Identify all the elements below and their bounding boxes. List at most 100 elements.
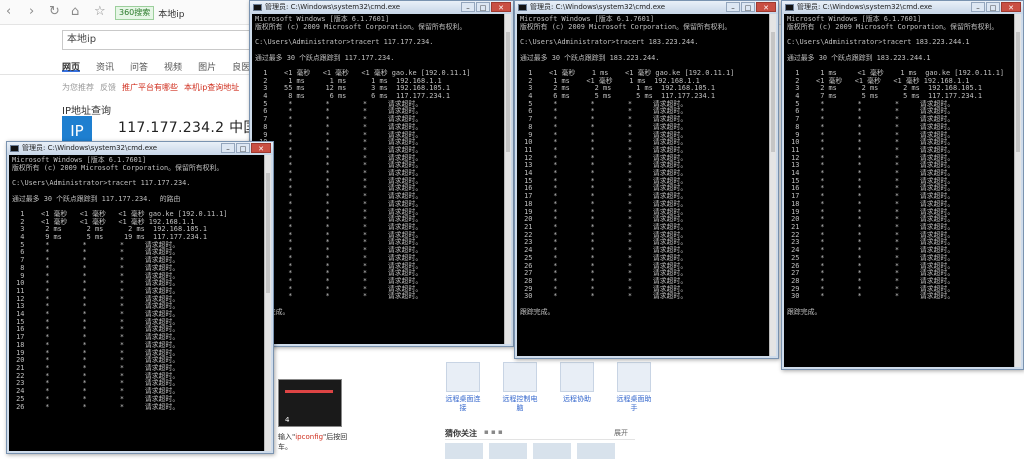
tab-video[interactable]: 视频 bbox=[164, 60, 182, 73]
app-label: 远程协助 bbox=[563, 395, 591, 403]
app-remote-assist[interactable]: 远程协助 bbox=[557, 362, 597, 413]
search-tabs: 网页 资讯 问答 视频 图片 良医 bbox=[62, 60, 250, 73]
maximize-button[interactable]: □ bbox=[236, 143, 250, 153]
close-button[interactable]: ✕ bbox=[756, 2, 776, 12]
console-line: 30 * * * 请求超时。 bbox=[520, 292, 688, 301]
cmd-window-4[interactable]: 管理员: C:\Windows\system32\cmd.exe – □ ✕ Mic… bbox=[781, 0, 1024, 370]
guess-label: 猜你关注 bbox=[445, 429, 477, 438]
maximize-button[interactable]: □ bbox=[986, 2, 1000, 12]
console-line: 跟踪完成。 bbox=[255, 308, 501, 317]
close-button[interactable]: ✕ bbox=[251, 143, 271, 153]
tutorial-thumbnail[interactable]: 4 bbox=[278, 379, 342, 427]
scrollbar[interactable] bbox=[1014, 14, 1021, 367]
close-button[interactable]: ✕ bbox=[491, 2, 511, 12]
window-title: 管理员: C:\Windows\system32\cmd.exe bbox=[530, 3, 666, 11]
console-output[interactable]: Microsoft Windows [版本 6.1.7601] 版权所有 (c) … bbox=[784, 14, 1014, 367]
app-label: 远程桌面助手 bbox=[616, 395, 652, 412]
remote-control-icon bbox=[503, 362, 537, 392]
divider bbox=[445, 439, 635, 440]
cmd-icon bbox=[518, 4, 527, 11]
star-icon[interactable]: ☆ bbox=[94, 4, 106, 19]
remote-desktop-icon bbox=[446, 362, 480, 392]
rec-link-1[interactable]: 推广平台有哪些 bbox=[122, 82, 178, 93]
console-line: C:\Users\Administrator>tracert 117.177.2… bbox=[255, 38, 434, 47]
back-icon[interactable]: ‹ bbox=[6, 4, 11, 19]
caption-pre: 输入" bbox=[278, 433, 296, 441]
app-label: 远程桌面连接 bbox=[445, 395, 481, 412]
maximize-button[interactable]: □ bbox=[476, 2, 490, 12]
console-line: 30 * * * 请求超时。 bbox=[255, 292, 423, 301]
highlight-line bbox=[285, 390, 333, 393]
console-line: C:\Users\Administrator>tracert 183.223.2… bbox=[520, 38, 699, 47]
minimize-button[interactable]: – bbox=[461, 2, 475, 12]
tab-images[interactable]: 图片 bbox=[198, 60, 216, 73]
title-bar[interactable]: 管理员: C:\Windows\system32\cmd.exe – □ ✕ bbox=[515, 1, 778, 14]
guess-thumb[interactable] bbox=[489, 443, 527, 459]
cmd-window-3[interactable]: 管理员: C:\Windows\system32\cmd.exe – □ ✕ Mic… bbox=[514, 0, 779, 359]
console-line: C:\Users\Administrator>tracert 183.223.2… bbox=[787, 38, 970, 47]
forward-icon[interactable]: › bbox=[29, 4, 34, 19]
scrollbar[interactable] bbox=[504, 14, 511, 344]
cmd-window-2[interactable]: 管理员: C:\Windows\system32\cmd.exe – □ ✕ Mic… bbox=[249, 0, 514, 347]
tab-news[interactable]: 资讯 bbox=[96, 60, 114, 73]
brand-badge: 360搜索 bbox=[115, 6, 155, 20]
app-list: 远程桌面连接 远程控制电脑 远程协助 远程桌面助手 bbox=[443, 362, 654, 413]
console-line: 通过最多 30 个跃点跟踪到 183.223.244.1 bbox=[787, 53, 931, 62]
scrollbar[interactable] bbox=[769, 14, 776, 356]
console-line: 通过最多 30 个跃点跟踪到 183.223.244. bbox=[520, 53, 660, 62]
search-input[interactable]: 本地ip bbox=[62, 30, 252, 50]
console-line: 版权所有 (c) 2009 Microsoft Corporation。保留所有… bbox=[787, 22, 999, 31]
guess-thumb[interactable] bbox=[445, 443, 483, 459]
console-line: 版权所有 (c) 2009 Microsoft Corporation。保留所有… bbox=[255, 22, 467, 31]
title-bar[interactable]: 管理员: C:\Windows\system32\cmd.exe – □ ✕ bbox=[7, 142, 273, 155]
guess-icons: ▪ ▪ ▪ bbox=[484, 428, 503, 436]
console-output[interactable]: Microsoft Windows [版本 6.1.7601] 版权所有 (c) … bbox=[9, 155, 264, 451]
minimize-button[interactable]: – bbox=[971, 2, 985, 12]
address-bar[interactable]: 360搜索 本地ip bbox=[115, 5, 245, 21]
desktop-helper-icon bbox=[617, 362, 651, 392]
recommend-prefix: 为您推荐 bbox=[62, 83, 94, 92]
console-output[interactable]: Microsoft Windows [版本 6.1.7601] 版权所有 (c) … bbox=[252, 14, 504, 344]
recommendations: 为您推荐 反馈 推广平台有哪些 本机ip查询地址 bbox=[62, 82, 239, 93]
thumb-number: 4 bbox=[285, 416, 290, 424]
window-title: 管理员: C:\Windows\system32\cmd.exe bbox=[22, 144, 158, 152]
tab-title: 本地ip bbox=[158, 9, 185, 20]
ip-lookup-title[interactable]: IP地址查询 bbox=[62, 102, 111, 117]
console-line: 跟踪完成。 bbox=[520, 307, 555, 316]
app-desktop-helper[interactable]: 远程桌面助手 bbox=[614, 362, 654, 413]
console-line: 版权所有 (c) 2009 Microsoft Corporation。保留所有… bbox=[12, 163, 224, 172]
feedback-link[interactable]: 反馈 bbox=[100, 82, 116, 93]
minimize-button[interactable]: – bbox=[726, 2, 740, 12]
refresh-icon[interactable]: ↻ bbox=[49, 4, 60, 19]
window-title: 管理员: C:\Windows\system32\cmd.exe bbox=[265, 3, 401, 11]
app-remote-desktop[interactable]: 远程桌面连接 bbox=[443, 362, 483, 413]
title-bar[interactable]: 管理员: C:\Windows\system32\cmd.exe – □ ✕ bbox=[250, 1, 513, 14]
guess-thumb[interactable] bbox=[533, 443, 571, 459]
console-line: 通过最多 30 个跃点跟踪到 117.177.234. 的路由 bbox=[12, 194, 181, 203]
console-line: 30 * * * 请求超时。 bbox=[787, 292, 955, 301]
scrollbar[interactable] bbox=[264, 155, 271, 451]
caption-highlight: ipconfig bbox=[295, 433, 324, 441]
tab-qa[interactable]: 问答 bbox=[130, 60, 148, 73]
cmd-icon bbox=[785, 4, 794, 11]
home-icon[interactable]: ⌂ bbox=[71, 4, 79, 19]
app-remote-control[interactable]: 远程控制电脑 bbox=[500, 362, 540, 413]
rec-link-2[interactable]: 本机ip查询地址 bbox=[184, 82, 239, 93]
guess-thumbnails bbox=[445, 443, 615, 459]
divider bbox=[0, 74, 250, 75]
maximize-button[interactable]: □ bbox=[741, 2, 755, 12]
tab-web[interactable]: 网页 bbox=[62, 60, 81, 73]
console-output[interactable]: Microsoft Windows [版本 6.1.7601] 版权所有 (c) … bbox=[517, 14, 769, 356]
guess-thumb[interactable] bbox=[577, 443, 615, 459]
console-line: 版权所有 (c) 2009 Microsoft Corporation。保留所有… bbox=[520, 22, 732, 31]
window-title: 管理员: C:\Windows\system32\cmd.exe bbox=[797, 3, 933, 11]
minimize-button[interactable]: – bbox=[221, 143, 235, 153]
expand-link[interactable]: 展开 bbox=[614, 428, 628, 438]
title-bar[interactable]: 管理员: C:\Windows\system32\cmd.exe – □ ✕ bbox=[782, 1, 1023, 14]
tab-health[interactable]: 良医 bbox=[232, 60, 250, 73]
cmd-window-1[interactable]: 管理员: C:\Windows\system32\cmd.exe – □ ✕ Mic… bbox=[6, 141, 274, 454]
desktop: ‹ › ↻ ⌂ ☆ 360搜索 本地ip 本地ip 网页 资讯 问答 视频 图片… bbox=[0, 0, 1024, 459]
close-button[interactable]: ✕ bbox=[1001, 2, 1021, 12]
